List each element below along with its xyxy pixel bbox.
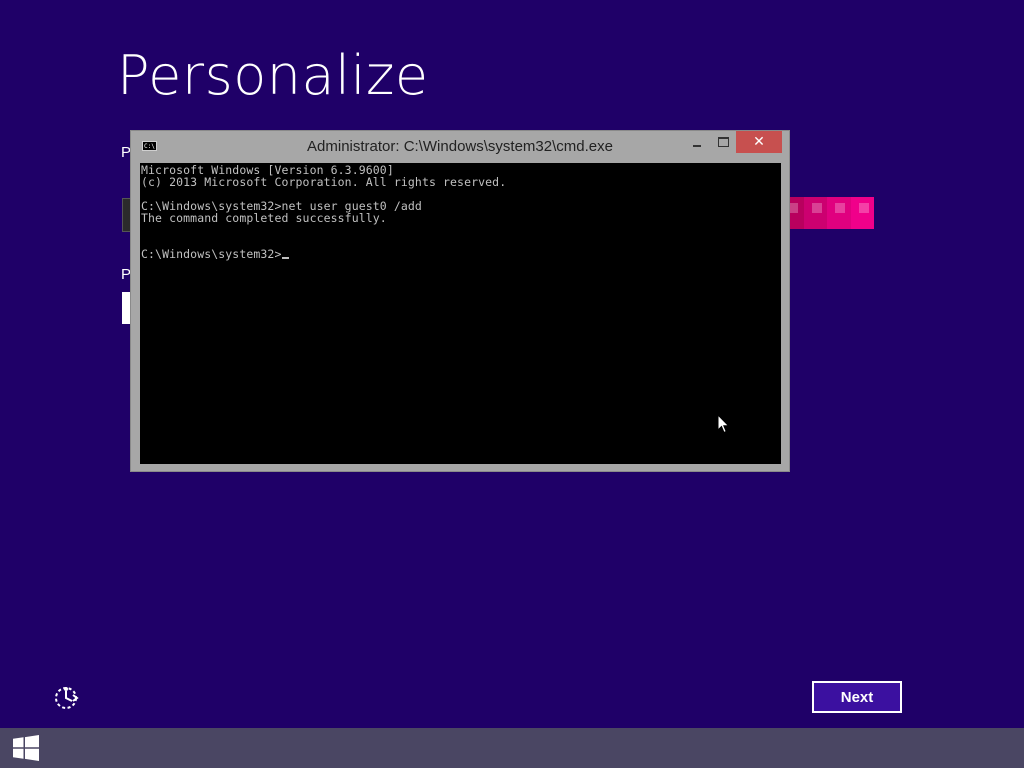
windows-logo-icon	[13, 735, 39, 761]
text-cursor	[282, 257, 290, 259]
taskbar	[0, 728, 1024, 768]
ease-of-access-icon[interactable]	[52, 684, 80, 712]
cmd-window[interactable]: C:\ Administrator: C:\Windows\system32\c…	[130, 130, 790, 472]
minimize-icon	[693, 145, 701, 147]
console-line: The command completed successfully.	[141, 211, 387, 225]
close-button[interactable]: ✕	[736, 131, 782, 153]
color-swatch-strip[interactable]	[780, 197, 874, 229]
maximize-icon	[717, 137, 729, 147]
close-icon: ✕	[753, 134, 765, 150]
page-title: Personalize	[117, 44, 429, 107]
cmd-titlebar[interactable]: C:\ Administrator: C:\Windows\system32\c…	[131, 131, 789, 163]
next-button[interactable]: Next	[812, 681, 902, 713]
color-swatch[interactable]	[803, 197, 827, 229]
minimize-button[interactable]	[683, 131, 711, 153]
console-prompt: C:\Windows\system32>	[141, 247, 282, 261]
mouse-pointer-icon	[717, 414, 730, 434]
console-output[interactable]: Microsoft Windows [Version 6.3.9600] (c)…	[140, 163, 781, 464]
console-line: (c) 2013 Microsoft Corporation. All righ…	[141, 175, 507, 189]
color-swatch[interactable]	[827, 197, 851, 229]
maximize-button[interactable]	[709, 131, 737, 153]
console-prompt-line: C:\Windows\system32>	[141, 247, 290, 261]
start-button[interactable]	[0, 728, 52, 768]
color-swatch[interactable]	[850, 197, 874, 229]
